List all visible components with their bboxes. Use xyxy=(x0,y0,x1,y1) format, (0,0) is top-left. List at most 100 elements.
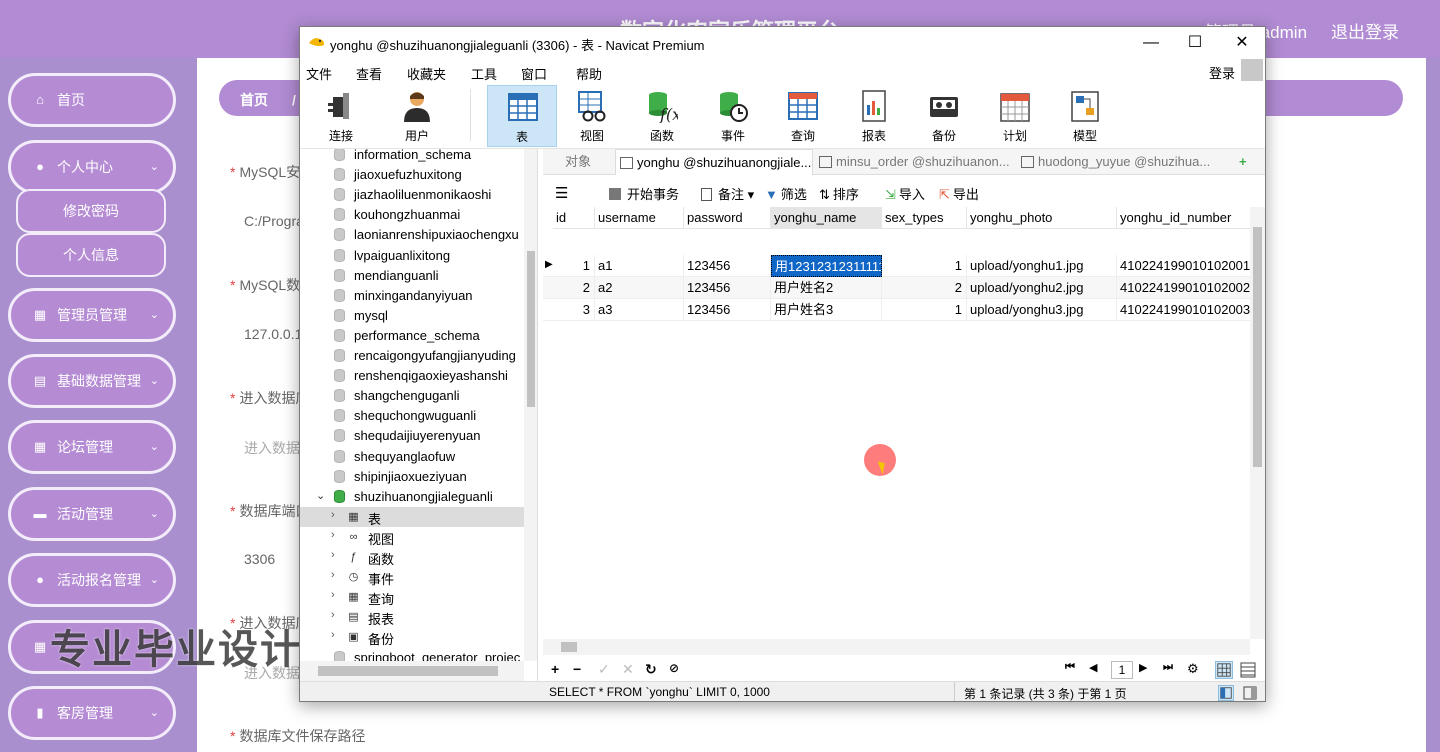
menu-file[interactable]: 文件 xyxy=(306,64,332,83)
tree-item-0[interactable]: › ▦ 表 xyxy=(300,506,524,527)
tab-minsu-order[interactable]: minsu_order @shuzihuanon... xyxy=(815,149,1015,175)
panel-left-icon[interactable] xyxy=(1218,685,1234,701)
table-cell[interactable]: 123456 xyxy=(684,277,771,299)
chevron-down-icon[interactable]: ⌄ xyxy=(316,489,325,502)
form-value[interactable]: 127.0.0.1 xyxy=(244,326,302,342)
grid-hscroll-thumb[interactable] xyxy=(561,642,577,652)
avatar[interactable] xyxy=(1241,59,1263,81)
apply-button[interactable]: ✓ xyxy=(598,661,610,678)
column-header[interactable]: username xyxy=(595,207,684,229)
table-cell[interactable]: 用户姓名2 xyxy=(771,277,882,299)
menu-window[interactable]: 窗口 xyxy=(521,64,547,83)
panel-right-icon[interactable] xyxy=(1242,685,1258,701)
grid-view-icon[interactable] xyxy=(1215,661,1233,679)
tab-yonghu[interactable]: yonghu @shuzihuanongjiale... xyxy=(615,149,813,175)
new-tab-button[interactable]: + xyxy=(1235,149,1257,175)
sidebar-item-home[interactable]: ⌂ 首页 xyxy=(8,73,176,127)
column-header[interactable]: yonghu_id_number xyxy=(1117,207,1251,229)
table-cell[interactable]: 2 xyxy=(882,277,967,299)
last-page-button[interactable]: ⏭ xyxy=(1163,661,1173,674)
sidebar-item-rooms[interactable]: ▮ 客房管理 ⌄ xyxy=(8,686,176,740)
next-page-button[interactable]: ▶ xyxy=(1139,661,1147,674)
table-cell[interactable]: 1 xyxy=(553,255,595,277)
chevron-right-icon[interactable]: › xyxy=(331,509,335,521)
tree-item-database[interactable]: rencaigongyufangjianyuding xyxy=(300,346,524,366)
toolbar-backup-button[interactable]: 备份 xyxy=(909,85,979,147)
tree-item-database[interactable]: mendianguanli xyxy=(300,266,524,286)
login-link[interactable]: 登录 xyxy=(1209,63,1235,82)
minimize-button[interactable]: — xyxy=(1128,29,1174,57)
menu-favorites[interactable]: 收藏夹 xyxy=(407,64,446,83)
chevron-right-icon[interactable]: › xyxy=(331,569,335,581)
toolbar-event-button[interactable]: 事件 xyxy=(698,85,768,147)
table-cell[interactable]: upload/yonghu3.jpg xyxy=(967,299,1117,321)
tree-item-database[interactable]: laonianrenshipuxiaochengxu xyxy=(300,225,524,245)
first-page-button[interactable]: ⏮ xyxy=(1065,661,1075,674)
tree-item-database[interactable]: shequchongwuguanli xyxy=(300,406,524,426)
chevron-right-icon[interactable]: › xyxy=(331,589,335,601)
window-titlebar[interactable]: yonghu @shuzihuanongjialeguanli (3306) -… xyxy=(300,27,1265,59)
toolbar-connection-button[interactable]: 连接 xyxy=(306,85,376,147)
close-button[interactable]: ✕ xyxy=(1219,29,1265,57)
menu-view[interactable]: 查看 xyxy=(356,64,382,83)
tree-item-3[interactable]: › ◷ 事件 xyxy=(300,567,524,587)
form-value[interactable]: 3306 xyxy=(244,551,275,567)
import-button[interactable]: ⇲ 导入 xyxy=(885,184,925,203)
begin-transaction-button[interactable]: 开始事务 xyxy=(609,184,679,203)
toolbar-table-button[interactable]: 表 xyxy=(487,85,557,147)
add-record-button[interactable]: + xyxy=(551,661,559,677)
toolbar-function-button[interactable]: f(x) 函数 xyxy=(627,85,697,147)
stop-button[interactable]: ⊘ xyxy=(669,661,679,675)
tree-item-database[interactable]: shangchenguganli xyxy=(300,386,524,406)
menu-tools[interactable]: 工具 xyxy=(471,64,497,83)
tree-item-2[interactable]: › ƒ 函数 xyxy=(300,547,524,567)
delete-record-button[interactable]: − xyxy=(573,661,581,677)
form-view-icon[interactable] xyxy=(1239,661,1257,679)
column-header[interactable]: password xyxy=(684,207,771,229)
tree-item-database[interactable]: minxingandanyiyuan xyxy=(300,286,524,306)
grid-horizontal-scrollbar[interactable] xyxy=(543,639,1250,655)
toolbar-user-button[interactable]: 用户 xyxy=(382,85,452,147)
sidebar-subitem-personal-info[interactable]: 个人信息 xyxy=(16,233,166,277)
filter-button[interactable]: ▼ 筛选 xyxy=(765,184,807,203)
tree-item-database[interactable]: mysql xyxy=(300,306,524,326)
table-cell[interactable]: 1 xyxy=(882,255,967,277)
sidebar-item-forum[interactable]: ▦ 论坛管理 ⌄ xyxy=(8,420,176,474)
discard-button[interactable]: ✕ xyxy=(622,661,634,678)
tab-huodong-yuyue[interactable]: huodong_yuyue @shuzihua... xyxy=(1017,149,1213,175)
sidebar-item-activity-signup[interactable]: ● 活动报名管理 ⌄ xyxy=(8,553,176,607)
grid-vscroll-thumb[interactable] xyxy=(1253,227,1262,467)
tree-item-database[interactable]: shipinjiaoxueziyuan xyxy=(300,467,524,487)
table-cell[interactable]: 123456 xyxy=(684,299,771,321)
table-cell[interactable]: a3 xyxy=(595,299,684,321)
sidebar-subitem-change-password[interactable]: 修改密码 xyxy=(16,189,166,233)
tree-item-database[interactable]: jiazhaoliluenmonikaoshi xyxy=(300,185,524,205)
maximize-button[interactable]: ☐ xyxy=(1172,29,1218,57)
sidebar-item-basic-data[interactable]: ▤ 基础数据管理 ⌄ xyxy=(8,354,176,408)
logout-link[interactable]: 退出登录 xyxy=(1331,18,1399,43)
sidebar-item-activity[interactable]: ▬ 活动管理 ⌄ xyxy=(8,487,176,541)
tree-item-5[interactable]: › ▤ 报表 xyxy=(300,607,524,627)
tree-scroll-thumb[interactable] xyxy=(527,251,535,407)
sidebar-item-admin[interactable]: ▦ 管理员管理 ⌄ xyxy=(8,288,176,342)
breadcrumb-home[interactable]: 首页 xyxy=(240,90,268,110)
table-cell[interactable]: upload/yonghu1.jpg xyxy=(967,255,1117,277)
table-cell[interactable]: 1 xyxy=(882,299,967,321)
table-cell[interactable]: a1 xyxy=(595,255,684,277)
table-cell[interactable]: 3 xyxy=(553,299,595,321)
tree-item-database[interactable]: jiaoxuefuzhuxitong xyxy=(300,165,524,185)
tree-item-database[interactable]: renshenqigaoxieyashanshi xyxy=(300,366,524,386)
table-cell[interactable]: 410224199010102003 xyxy=(1117,299,1251,321)
table-cell[interactable]: 410224199010102002 xyxy=(1117,277,1251,299)
table-cell[interactable]: a2 xyxy=(595,277,684,299)
tree-item-database[interactable]: shequdaijiuyerenyuan xyxy=(300,426,524,446)
prev-page-button[interactable]: ◀ xyxy=(1089,661,1097,674)
menu-icon[interactable]: ☰ xyxy=(555,184,568,202)
toolbar-report-button[interactable]: 报表 xyxy=(839,85,909,147)
sort-button[interactable]: ⇅ 排序 xyxy=(819,184,859,203)
tree-hscroll-thumb[interactable] xyxy=(318,666,498,676)
form-placeholder[interactable]: 进入数据 xyxy=(244,438,300,458)
export-button[interactable]: ⇱ 导出 xyxy=(939,184,979,203)
tab-objects[interactable]: 对象 xyxy=(543,149,613,175)
table-cell[interactable]: 123456 xyxy=(684,255,771,277)
